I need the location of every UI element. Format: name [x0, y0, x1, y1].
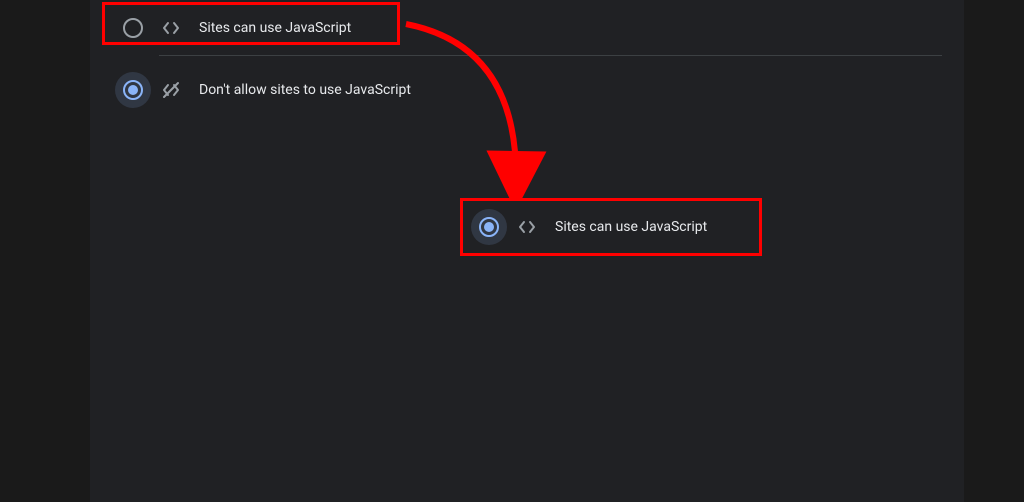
divider	[159, 55, 942, 56]
option-block-javascript[interactable]: Don't allow sites to use JavaScript	[105, 66, 429, 114]
option-allow-javascript[interactable]: Sites can use JavaScript	[105, 4, 369, 52]
radio-selected-icon	[479, 217, 499, 237]
code-icon	[161, 18, 181, 38]
radio-selected-icon[interactable]	[123, 80, 143, 100]
radio-unselected-icon[interactable]	[123, 18, 143, 38]
option-label: Sites can use JavaScript	[199, 20, 351, 36]
code-blocked-icon	[161, 80, 181, 100]
annotation-callout-after: Sites can use JavaScript	[460, 198, 762, 256]
option-label: Don't allow sites to use JavaScript	[199, 82, 411, 98]
code-icon	[517, 217, 537, 237]
callout-label: Sites can use JavaScript	[555, 219, 707, 235]
